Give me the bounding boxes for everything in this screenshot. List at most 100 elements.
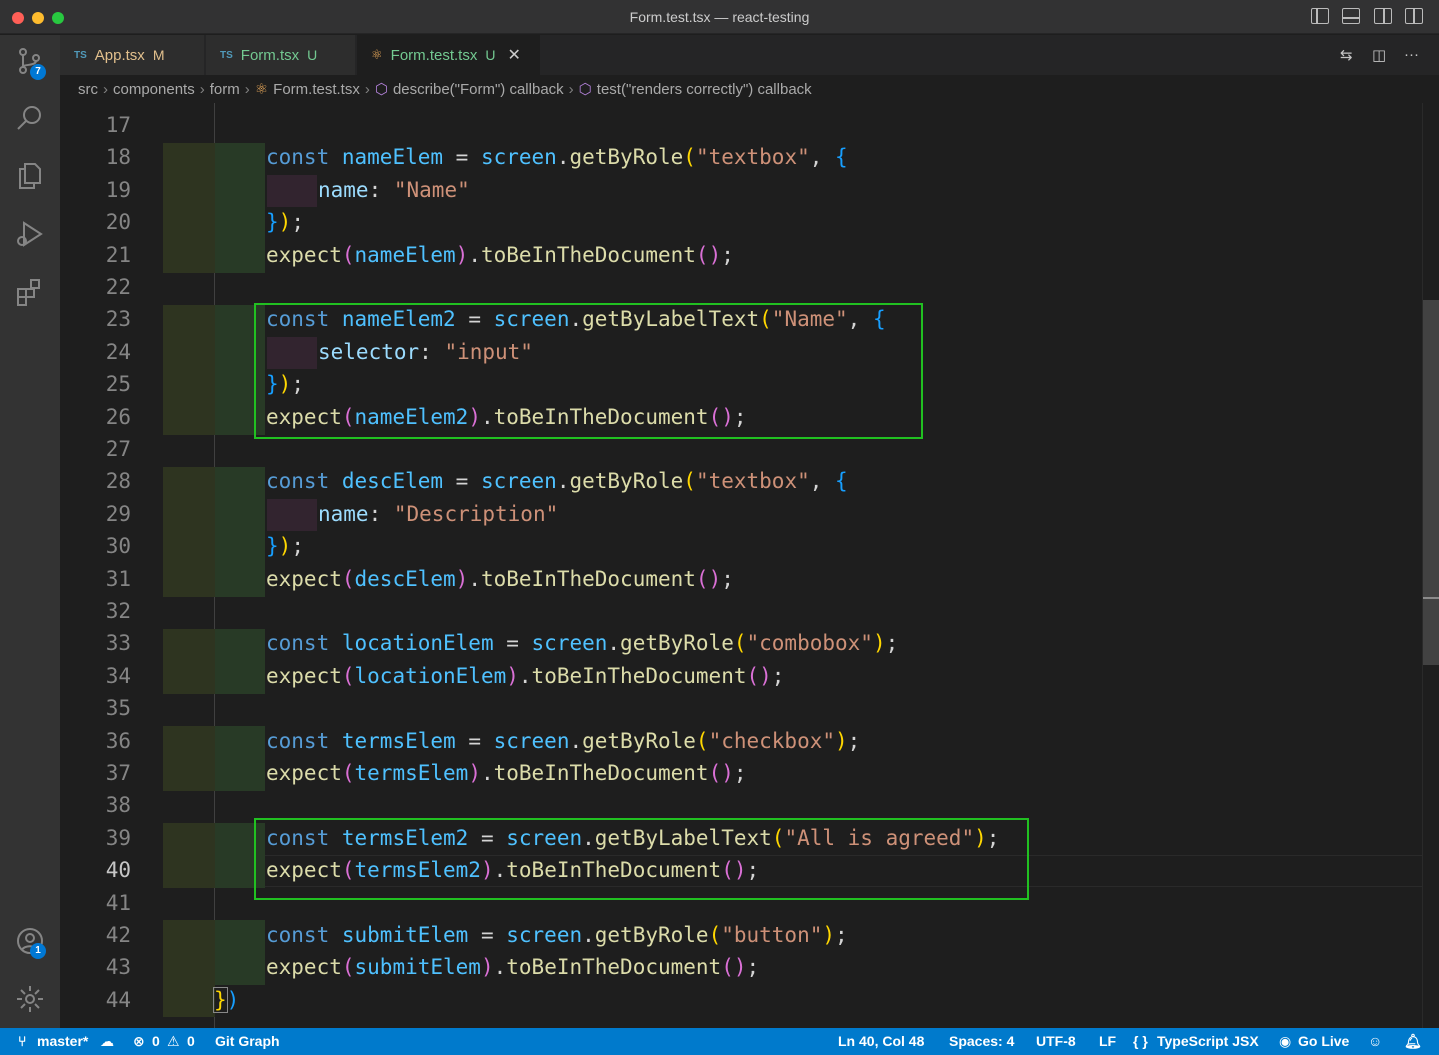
- breadcrumb-item-src[interactable]: src: [78, 81, 98, 98]
- code-line-39[interactable]: const termsElem2 = screen.getByLabelText…: [266, 826, 999, 850]
- punctuation: ;: [986, 826, 1000, 850]
- bracket: {: [835, 145, 848, 169]
- code-line-33[interactable]: const locationElem = screen.getByRole("c…: [266, 631, 898, 655]
- git-status-badge: U: [307, 47, 318, 63]
- identifier: descElem: [341, 469, 444, 493]
- symbol-method-icon: ⬡: [374, 81, 388, 98]
- git-graph-button[interactable]: Git Graph: [215, 1033, 280, 1049]
- code-line-34[interactable]: expect(locationElem).toBeInTheDocument()…: [266, 664, 784, 688]
- tab-form-test-tsx[interactable]: ⚛ Form.test.tsx U ✕: [357, 35, 541, 75]
- explorer-icon[interactable]: [14, 160, 46, 192]
- breadcrumb-item-components[interactable]: components: [113, 81, 195, 98]
- code-line-23[interactable]: const nameElem2 = screen.getByLabelText(…: [266, 307, 886, 331]
- breadcrumb-item-file[interactable]: Form.test.tsx: [273, 81, 360, 98]
- punctuation: ;: [835, 923, 848, 947]
- toggle-primary-sidebar-icon[interactable]: [1311, 8, 1329, 24]
- identifier: screen: [506, 923, 583, 947]
- cursor-position[interactable]: Ln 40, Col 48: [838, 1033, 924, 1049]
- code-line-43[interactable]: expect(submitElem).toBeInTheDocument();: [266, 955, 759, 979]
- breadcrumb-item-form[interactable]: form: [210, 81, 240, 98]
- indentation-button[interactable]: Spaces: 4: [949, 1033, 1014, 1049]
- function-name: toBeInTheDocument: [506, 955, 722, 979]
- breadcrumb-item-test[interactable]: test("renders correctly") callback: [597, 81, 812, 98]
- line-number: 38: [105, 793, 131, 817]
- go-live-button[interactable]: Go Live: [1298, 1033, 1349, 1049]
- code-line-40[interactable]: expect(termsElem2).toBeInTheDocument();: [266, 858, 759, 882]
- operator: =: [443, 469, 481, 493]
- function-name: getByRole: [582, 729, 696, 753]
- code-line-29[interactable]: name: "Description": [318, 502, 558, 526]
- search-icon[interactable]: [14, 102, 46, 134]
- identifier: screen: [480, 145, 557, 169]
- identifier: termsElem: [354, 761, 469, 785]
- punctuation: ;: [291, 534, 304, 558]
- code-line-24[interactable]: selector: "input": [318, 340, 533, 364]
- property-name: name: [318, 502, 369, 526]
- punctuation: :: [368, 178, 394, 202]
- code-line-44[interactable]: }): [213, 987, 239, 1013]
- vertical-scrollbar[interactable]: [1422, 103, 1439, 1028]
- bracket: ): [480, 858, 494, 882]
- toggle-panel-icon[interactable]: [1342, 8, 1360, 24]
- identifier: descElem: [354, 567, 456, 591]
- language-mode-button[interactable]: TypeScript JSX: [1157, 1033, 1259, 1049]
- punctuation: .: [518, 664, 532, 688]
- close-tab-icon[interactable]: ✕: [507, 45, 520, 65]
- punctuation: ,: [809, 469, 836, 493]
- function-name: toBeInTheDocument: [506, 858, 722, 882]
- breadcrumb-item-describe[interactable]: describe("Form") callback: [393, 81, 564, 98]
- warning-count[interactable]: 0: [187, 1033, 195, 1049]
- property-name: name: [318, 178, 369, 202]
- feedback-icon[interactable]: ☺: [1368, 1033, 1382, 1049]
- identifier: screen: [531, 631, 608, 655]
- toggle-secondary-sidebar-icon[interactable]: [1374, 8, 1392, 24]
- indent-highlight: [215, 726, 265, 791]
- chevron-right-icon: ›: [103, 80, 108, 98]
- line-number: 44: [105, 988, 131, 1012]
- punctuation: ;: [733, 761, 747, 785]
- bracket: (: [771, 826, 785, 850]
- scrollbar-thumb[interactable]: [1423, 300, 1439, 665]
- code-line-28[interactable]: const descElem = screen.getByRole("textb…: [266, 469, 848, 493]
- open-changes-icon[interactable]: ⇆: [1340, 46, 1353, 64]
- code-line-18[interactable]: const nameElem = screen.getByRole("textb…: [266, 145, 848, 169]
- code-line-37[interactable]: expect(termsElem).toBeInTheDocument();: [266, 761, 747, 785]
- eol-button[interactable]: LF: [1099, 1033, 1116, 1049]
- code-line-25[interactable]: });: [266, 372, 304, 396]
- tab-label: App.tsx: [94, 46, 145, 64]
- function-name: expect: [266, 664, 342, 688]
- sync-icon[interactable]: ☁: [100, 1033, 114, 1050]
- line-number: 18: [105, 145, 131, 169]
- settings-gear-icon[interactable]: [14, 983, 46, 1015]
- bracket: ): [455, 567, 469, 591]
- error-count[interactable]: 0: [152, 1033, 160, 1049]
- tab-form-tsx[interactable]: TS Form.tsx U: [206, 35, 356, 75]
- string-literal: "checkbox": [708, 729, 836, 753]
- split-editor-icon[interactable]: ◫: [1372, 46, 1386, 64]
- code-line-30[interactable]: });: [266, 534, 304, 558]
- code-line-36[interactable]: const termsElem = screen.getByRole("chec…: [266, 729, 860, 753]
- code-line-26[interactable]: expect(nameElem2).toBeInTheDocument();: [266, 405, 747, 429]
- extensions-icon[interactable]: [14, 276, 46, 308]
- tab-app-tsx[interactable]: TS App.tsx M: [60, 35, 205, 75]
- encoding-button[interactable]: UTF-8: [1036, 1033, 1076, 1049]
- react-file-icon: ⚛: [254, 81, 269, 98]
- line-number: 17: [105, 113, 131, 137]
- notifications-bell-icon[interactable]: 🔔︎: [1404, 1033, 1422, 1050]
- code-line-20[interactable]: });: [266, 210, 304, 234]
- customize-layout-icon[interactable]: [1405, 8, 1423, 24]
- indent-highlight: [215, 467, 265, 597]
- braces-icon: { }: [1133, 1033, 1148, 1049]
- bracket: }: [266, 534, 279, 558]
- git-branch-button[interactable]: master*: [37, 1033, 88, 1049]
- code-editor[interactable]: 17 18 19 20 21 22 23 24 25 26 27 28 29 3…: [60, 103, 1439, 1028]
- code-line-19[interactable]: name: "Name": [318, 178, 470, 202]
- run-debug-icon[interactable]: [14, 218, 46, 250]
- punctuation: .: [556, 469, 570, 493]
- code-line-42[interactable]: const submitElem = screen.getByRole("but…: [266, 923, 848, 947]
- code-line-31[interactable]: expect(descElem).toBeInTheDocument();: [266, 567, 734, 591]
- bracket: ): [468, 761, 481, 785]
- line-number: 31: [105, 567, 131, 591]
- more-actions-icon[interactable]: ···: [1404, 46, 1419, 63]
- code-line-21[interactable]: expect(nameElem).toBeInTheDocument();: [266, 243, 734, 267]
